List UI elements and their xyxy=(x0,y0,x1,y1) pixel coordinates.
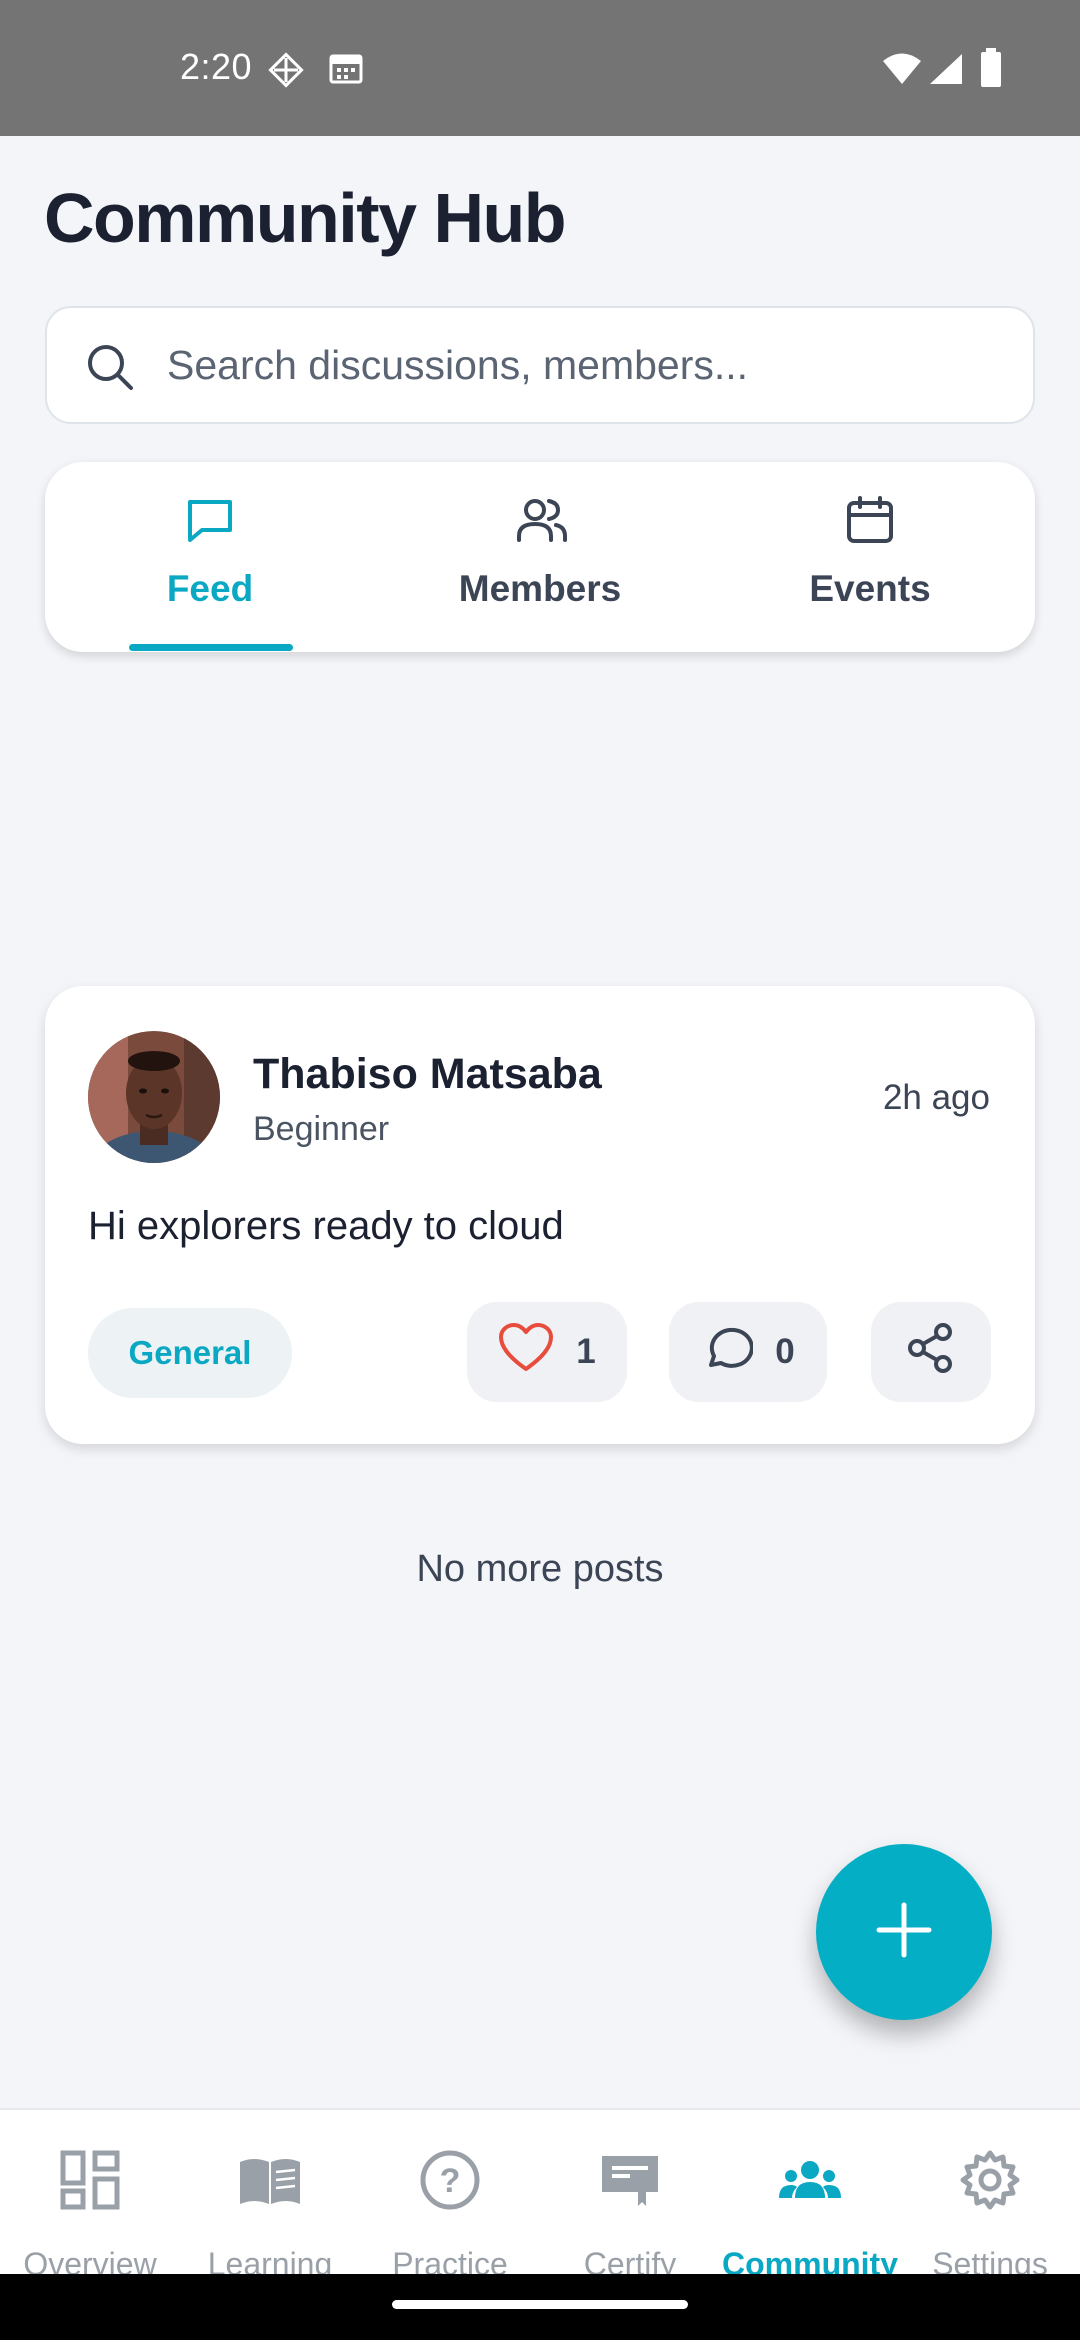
nav-settings[interactable]: Settings xyxy=(900,2110,1080,2282)
nav-learning[interactable]: Learning xyxy=(180,2110,360,2282)
tab-bar: Feed Members Events xyxy=(45,462,1035,652)
search-box[interactable] xyxy=(45,306,1035,424)
tab-members[interactable]: Members xyxy=(375,462,705,652)
post-tag[interactable]: General xyxy=(88,1308,292,1398)
nav-community[interactable]: Community xyxy=(720,2110,900,2282)
author-level: Beginner xyxy=(253,1110,390,1148)
calendar-icon xyxy=(844,494,896,551)
share-icon xyxy=(905,1322,957,1383)
nav-overview[interactable]: Overview xyxy=(0,2110,180,2282)
active-tab-indicator xyxy=(129,644,293,651)
page-title: Community Hub xyxy=(44,179,567,257)
nav-certify[interactable]: Certify xyxy=(540,2110,720,2282)
comment-button[interactable]: 0 xyxy=(669,1302,827,1402)
search-input[interactable] xyxy=(167,308,1007,422)
certificate-icon xyxy=(598,2148,662,2217)
wifi-icon xyxy=(882,52,922,91)
search-icon xyxy=(85,342,135,397)
post-card[interactable]: Thabiso Matsaba Beginner 2h ago Hi explo… xyxy=(45,986,1035,1444)
home-gesture-handle[interactable] xyxy=(392,2300,688,2309)
help-circle-icon: ? xyxy=(418,2148,482,2217)
status-bar: 2:20 xyxy=(0,0,1080,136)
status-time: 2:20 xyxy=(180,46,253,87)
tab-feed-label: Feed xyxy=(166,568,254,609)
bottom-navigation: Overview Learning ? Practice Certify Com… xyxy=(0,2108,1080,2282)
message-square-icon xyxy=(184,494,236,551)
app-notification-icon xyxy=(266,50,306,95)
people-icon xyxy=(778,2148,842,2217)
system-gesture-bar xyxy=(0,2274,1080,2340)
tab-events-label: Events xyxy=(809,568,931,609)
avatar[interactable] xyxy=(88,1031,220,1163)
comment-count: 0 xyxy=(775,1332,795,1371)
post-content: Hi explorers ready to cloud xyxy=(88,1204,564,1248)
signal-icon xyxy=(928,52,964,91)
feed-end-message: No more posts xyxy=(416,1548,664,1590)
share-button[interactable] xyxy=(871,1302,991,1402)
battery-icon xyxy=(980,48,1002,93)
tab-events[interactable]: Events xyxy=(705,462,1035,652)
dashboard-icon xyxy=(58,2148,122,2217)
nav-practice[interactable]: ? Practice xyxy=(360,2110,540,2282)
users-icon xyxy=(514,494,570,551)
calendar-notification-icon xyxy=(328,50,364,91)
plus-icon xyxy=(874,1900,934,1965)
svg-text:?: ? xyxy=(440,2162,461,2200)
heart-icon xyxy=(498,1322,554,1382)
post-timestamp: 2h ago xyxy=(882,1078,990,1117)
gear-icon xyxy=(958,2148,1022,2217)
book-icon xyxy=(238,2148,302,2217)
like-button[interactable]: 1 xyxy=(467,1302,627,1402)
like-count: 1 xyxy=(576,1332,596,1371)
comment-icon xyxy=(701,1323,755,1382)
post-author[interactable]: Thabiso Matsaba xyxy=(253,1050,602,1099)
tab-feed[interactable]: Feed xyxy=(45,462,375,652)
tab-members-label: Members xyxy=(458,568,622,609)
new-post-button[interactable] xyxy=(816,1844,992,2020)
